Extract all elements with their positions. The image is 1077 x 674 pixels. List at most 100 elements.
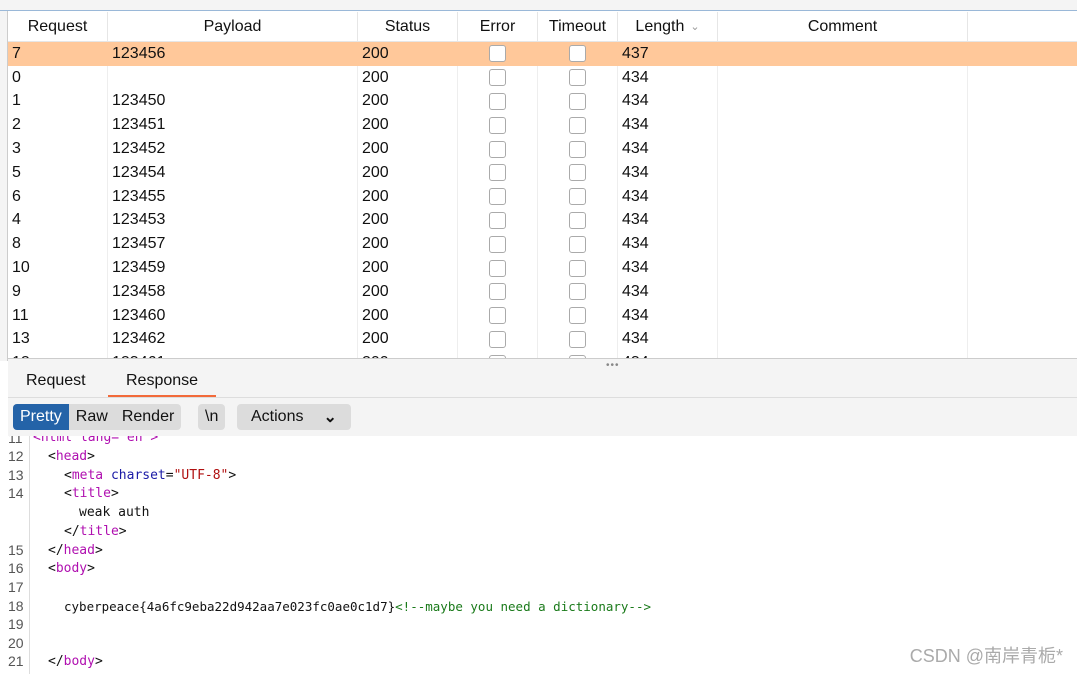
timeout-cell — [538, 327, 618, 352]
code-line: </title> — [64, 524, 127, 539]
error-checkbox[interactable] — [489, 235, 506, 253]
filler — [968, 280, 1077, 304]
timeout-checkbox[interactable] — [569, 69, 586, 87]
timeout-checkbox[interactable] — [569, 140, 586, 158]
table-row[interactable]: 2 123451 200 434 — [8, 113, 1077, 138]
table-row[interactable]: 7 123456 200 437 — [8, 42, 1077, 66]
payload-cell: 123450 — [108, 89, 358, 114]
table-row[interactable]: 8 123457 200 434 — [8, 232, 1077, 257]
error-cell — [458, 89, 538, 114]
length-cell: 434 — [618, 208, 718, 233]
error-checkbox[interactable] — [489, 140, 506, 158]
payload-cell: 123460 — [108, 303, 358, 328]
code-line: weak auth — [79, 505, 150, 520]
timeout-checkbox[interactable] — [569, 330, 586, 348]
payload-cell: 123461 — [108, 351, 358, 358]
error-cell — [458, 279, 538, 304]
table-row[interactable]: 4 123453 200 434 — [8, 208, 1077, 233]
status-cell: 200 — [358, 137, 458, 161]
tab-response[interactable]: Response — [108, 372, 217, 397]
splitter-handle[interactable]: ••• — [8, 358, 1077, 371]
payload-cell: 123458 — [108, 279, 358, 304]
comment-cell — [718, 42, 968, 66]
request-cell: 8 — [8, 232, 108, 257]
col-timeout[interactable]: Timeout — [538, 12, 618, 41]
request-cell: 10 — [8, 256, 108, 280]
table-row[interactable]: 1 123450 200 434 — [8, 89, 1077, 114]
error-checkbox[interactable] — [489, 188, 506, 206]
table-row[interactable]: 11 123460 200 434 — [8, 303, 1077, 328]
error-checkbox[interactable] — [489, 330, 506, 348]
length-cell: 434 — [618, 113, 718, 138]
timeout-cell — [538, 303, 618, 328]
table-row[interactable]: 13 123462 200 434 — [8, 327, 1077, 352]
error-checkbox[interactable] — [489, 283, 506, 301]
filler — [968, 66, 1077, 90]
timeout-cell — [538, 113, 618, 138]
comment-cell — [718, 232, 968, 257]
table-row[interactable]: 6 123455 200 434 — [8, 184, 1077, 209]
status-cell: 200 — [358, 256, 458, 280]
table-row[interactable]: 10 123459 200 434 — [8, 256, 1077, 280]
comment-cell — [718, 89, 968, 114]
timeout-checkbox[interactable] — [569, 116, 586, 134]
filler — [968, 185, 1077, 209]
timeout-checkbox[interactable] — [569, 45, 586, 63]
comment-cell — [718, 279, 968, 304]
table-row[interactable]: 0 200 434 — [8, 65, 1077, 90]
error-checkbox[interactable] — [489, 116, 506, 134]
table-row[interactable]: 12123461200 434 — [8, 351, 1077, 358]
error-checkbox[interactable] — [489, 259, 506, 277]
pretty-button[interactable]: Pretty — [13, 404, 69, 430]
table-header: Request Payload Status Error Timeout Len… — [8, 12, 1077, 42]
payload-cell: 123459 — [108, 256, 358, 280]
request-cell: 9 — [8, 279, 108, 304]
comment-cell — [718, 65, 968, 90]
col-error[interactable]: Error — [458, 12, 538, 41]
error-checkbox[interactable] — [489, 307, 506, 325]
table-row[interactable]: 5 123454 200 434 — [8, 160, 1077, 185]
timeout-checkbox[interactable] — [569, 235, 586, 253]
status-cell: 200 — [358, 279, 458, 304]
newline-toggle[interactable]: \n — [198, 404, 225, 430]
payload-cell: 123456 — [112, 44, 166, 62]
col-comment[interactable]: Comment — [718, 12, 968, 41]
length-cell: 434 — [618, 89, 718, 114]
timeout-checkbox[interactable] — [569, 283, 586, 301]
filler — [968, 304, 1077, 328]
timeout-checkbox[interactable] — [569, 259, 586, 277]
col-status[interactable]: Status — [358, 12, 458, 41]
response-editor[interactable]: 11 12 13 14 15 16 17 18 19 20 21 <html l… — [0, 436, 1077, 674]
timeout-checkbox[interactable] — [569, 164, 586, 182]
error-checkbox[interactable] — [489, 69, 506, 87]
error-checkbox[interactable] — [489, 211, 506, 229]
error-checkbox[interactable] — [489, 92, 506, 110]
timeout-checkbox[interactable] — [569, 92, 586, 110]
raw-button[interactable]: Raw — [69, 404, 115, 430]
comment-cell — [718, 208, 968, 233]
timeout-checkbox[interactable] — [569, 211, 586, 229]
timeout-cell — [538, 137, 618, 161]
actions-button[interactable]: Actions ⌄ — [237, 404, 351, 430]
length-cell: 434 — [618, 327, 718, 352]
error-checkbox[interactable] — [489, 164, 506, 182]
status-cell: 200 — [358, 303, 458, 328]
error-cell — [458, 160, 538, 185]
tab-request[interactable]: Request — [26, 372, 86, 390]
col-request[interactable]: Request — [8, 12, 108, 41]
col-payload[interactable]: Payload — [108, 12, 358, 41]
error-cell — [458, 303, 538, 328]
timeout-checkbox[interactable] — [569, 188, 586, 206]
timeout-cell — [538, 256, 618, 280]
table-row[interactable]: 3 123452 200 434 — [8, 137, 1077, 161]
table-row[interactable]: 9 123458 200 434 — [8, 279, 1077, 304]
top-bar — [0, 0, 1077, 11]
status-cell: 200 — [358, 208, 458, 233]
chevron-down-icon: ⌄ — [690, 21, 700, 33]
timeout-checkbox[interactable] — [569, 307, 586, 325]
col-length[interactable]: Length ⌄ — [618, 12, 718, 41]
error-cell — [458, 113, 538, 138]
code-line: <meta charset="UTF-8"> — [64, 468, 237, 483]
error-checkbox[interactable] — [489, 45, 506, 63]
render-button[interactable]: Render — [115, 404, 181, 430]
